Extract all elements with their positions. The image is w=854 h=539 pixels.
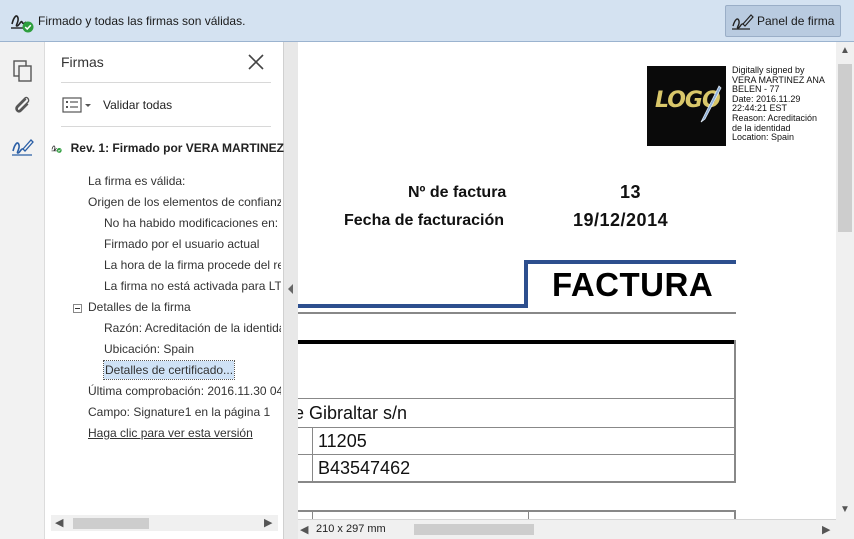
table-right-border	[734, 340, 736, 482]
page-size-readout: 210 x 297 mm	[316, 523, 386, 535]
heading-border-side	[524, 260, 528, 308]
lower-table-top	[298, 510, 736, 512]
view-version-link[interactable]: Haga clic para ver esta versión	[88, 424, 281, 442]
scrollbar-thumb[interactable]	[414, 524, 534, 535]
tree-item-no-changes[interactable]: No ha habido modificaciones en:	[104, 214, 281, 232]
pen-nib-icon	[700, 85, 722, 123]
table-row-divider	[298, 454, 736, 455]
scrollbar-corner	[836, 519, 854, 539]
signature-valid-icon	[51, 145, 62, 153]
panel-horizontal-scrollbar[interactable]: ◀ ▶	[51, 515, 278, 531]
sig-line: Date: 2016.11.29	[732, 94, 801, 104]
scroll-left-icon[interactable]: ◀	[300, 523, 308, 536]
signatures-panel: Firmas Validar todas Rev. 1: Firmado por…	[45, 42, 284, 539]
scroll-right-icon[interactable]: ▶	[822, 523, 830, 536]
tree-item-certificate-details[interactable]: Detalles de certificado...	[102, 360, 236, 380]
scrollbar-thumb[interactable]	[838, 64, 852, 232]
invoice-date-value: 19/12/2014	[573, 210, 669, 230]
address-line: e Gibraltar s/n	[298, 403, 408, 423]
tree-item-field[interactable]: Campo: Signature1 en la página 1	[88, 403, 281, 421]
signature-panel-button-label: Panel de firma	[757, 14, 835, 28]
sig-line: 22:44:21 EST	[732, 104, 788, 114]
tax-id: B43547462	[318, 458, 411, 478]
signature-valid-icon	[11, 15, 34, 33]
sig-line: VERA MARTINEZ ANA	[732, 75, 825, 85]
sig-line: Reason: Acreditación	[732, 113, 818, 123]
scroll-up-icon[interactable]: ▲	[840, 45, 850, 56]
document-status-bar: ◀ 210 x 297 mm ▶	[298, 519, 836, 539]
postal-code: 11205	[318, 431, 367, 451]
tree-item-validity[interactable]: La firma es válida:	[88, 172, 281, 190]
lower-table-right	[734, 510, 736, 519]
digital-signature-details: Digitally signed by VERA MARTINEZ ANA BE…	[732, 66, 836, 143]
collapse-toggle[interactable]	[73, 304, 82, 313]
attachment-icon[interactable]	[10, 92, 36, 118]
heading-border-top	[524, 260, 736, 264]
panel-splitter[interactable]	[284, 42, 298, 539]
signature-revision-item[interactable]: Rev. 1: Firmado por VERA MARTINEZ	[51, 137, 284, 159]
close-icon[interactable]	[246, 52, 266, 72]
lower-table-col	[528, 510, 529, 519]
scroll-right-icon[interactable]: ▶	[264, 516, 272, 529]
signature-pen-icon[interactable]	[10, 134, 36, 160]
tree-item-trust-source[interactable]: Origen de los elementos de confianza	[88, 193, 281, 211]
validate-all-button[interactable]: Validar todas	[61, 94, 172, 116]
pages-icon[interactable]	[10, 58, 36, 84]
tree-item-signed-by-user[interactable]: Firmado por el usuario actual	[104, 235, 281, 253]
signature-logo-image: LOGO	[647, 66, 726, 146]
lower-table-col	[312, 510, 313, 519]
signature-pen-icon	[732, 14, 754, 30]
collapse-panel-icon[interactable]	[288, 284, 293, 294]
left-tool-rail	[0, 42, 45, 539]
scroll-left-icon[interactable]: ◀	[55, 516, 63, 529]
table-bottom-border	[298, 481, 736, 483]
scrollbar-thumb[interactable]	[73, 518, 149, 529]
heading-border-bottom	[298, 304, 528, 308]
invoice-date-label: Fecha de facturación	[344, 212, 505, 229]
signature-revision-label: Rev. 1: Firmado por VERA MARTINEZ	[70, 141, 284, 155]
scroll-down-icon[interactable]: ▼	[840, 504, 850, 515]
tree-item-ltv[interactable]: La firma no está activada para LTV	[104, 277, 281, 295]
validate-all-label: Validar todas	[103, 98, 173, 112]
document-vertical-scrollbar[interactable]: ▲ ▼	[836, 42, 854, 519]
panel-divider	[61, 126, 271, 127]
options-menu-icon[interactable]	[61, 96, 93, 114]
tree-item-location[interactable]: Ubicación: Spain	[104, 340, 281, 358]
tree-item-last-checked[interactable]: Última comprobación: 2016.11.30 04	[88, 382, 281, 400]
sig-line: Location: Spain	[732, 133, 795, 143]
table-row-divider	[298, 427, 736, 428]
invoice-number-value: 13	[620, 182, 642, 202]
sig-line: BELEN - 77	[732, 85, 780, 95]
signature-status-bar: Firmado y todas las firmas son válidas. …	[0, 0, 854, 42]
tree-item-reason[interactable]: Razón: Acreditación de la identidad	[104, 319, 281, 337]
heading-underline	[298, 312, 736, 314]
tree-item-signing-time[interactable]: La hora de la firma procede del reloj	[104, 256, 281, 274]
tree-item-signature-details[interactable]: Detalles de la firma	[88, 298, 281, 316]
signature-panel-button[interactable]: Panel de firma	[725, 5, 841, 37]
document-viewport[interactable]: LOGO Digitally signed by VERA MARTINEZ A…	[298, 42, 836, 519]
sig-line: Digitally signed by	[732, 66, 805, 75]
panel-title: Firmas	[61, 54, 104, 70]
table-top-border	[298, 340, 736, 344]
document-heading: FACTURA	[552, 266, 714, 303]
panel-divider	[61, 82, 271, 83]
signature-status-message: Firmado y todas las firmas son válidas.	[38, 14, 246, 28]
invoice-number-label: Nº de factura	[408, 184, 507, 201]
sig-line: de la identidad	[732, 123, 791, 133]
table-row-divider	[298, 398, 736, 399]
